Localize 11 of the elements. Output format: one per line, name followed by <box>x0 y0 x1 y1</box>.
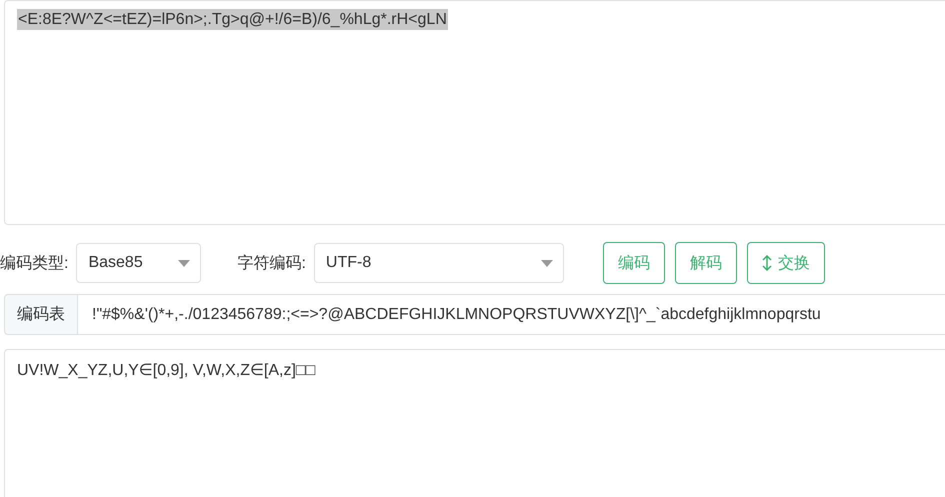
charset-label: 字符编码: <box>237 254 306 274</box>
alphabet-label: 编码表 <box>4 294 78 335</box>
encoding-type-select[interactable]: Base85 <box>76 243 202 283</box>
up-down-arrow-icon <box>762 255 772 271</box>
output-field[interactable]: UV!W_X_YZ,U,Y∈[0,9], V,W,X,Z∈[A,z]□□ <box>4 349 945 497</box>
alphabet-field[interactable]: !"#$%&'()*+,-./0123456789:;<=>?@ABCDEFGHIJKLMNOPQRSTUVWXYZ[\]^_`abcdefghijklmnopqrstu <box>78 294 945 335</box>
caret-icon <box>540 260 553 266</box>
caret-icon <box>178 260 190 266</box>
input-field[interactable]: <E:8E?W^Z<=tEZ)=lP6n>;.Tg>q@+!/6=B)/6_%hLg*.rH<gLN <box>4 0 945 225</box>
charset-select[interactable]: UTF-8 <box>314 243 564 283</box>
encoding-type-label: 编码类型: <box>0 254 68 274</box>
